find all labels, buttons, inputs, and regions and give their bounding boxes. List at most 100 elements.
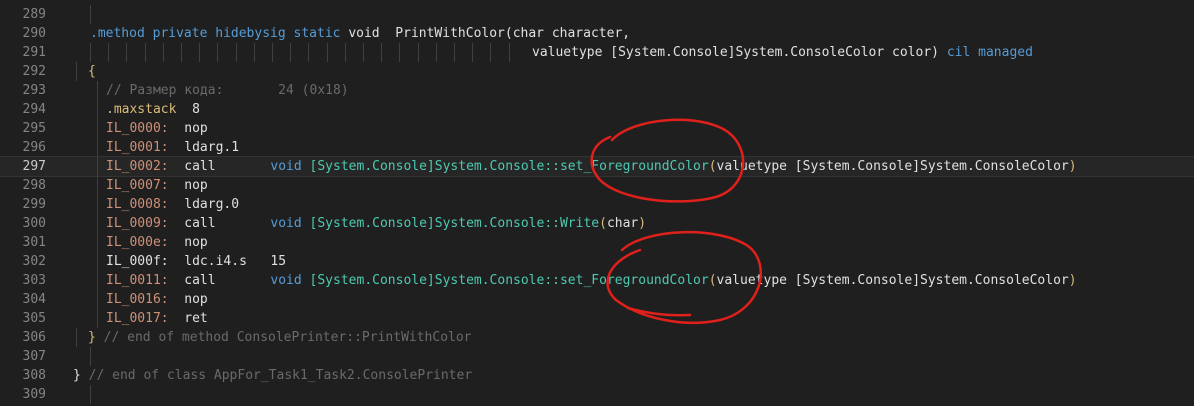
code-line[interactable]: 301 IL_000e: nop: [0, 233, 1194, 252]
code-line[interactable]: 294 .maxstack 8: [0, 100, 1194, 119]
code-line[interactable]: 297 IL_0002: call void [System.Console]Sy…: [0, 156, 1194, 177]
indent-guide: [217, 43, 218, 62]
code-text: IL_0001: ldarg.1: [106, 138, 239, 157]
code-line[interactable]: 299 IL_0008: ldarg.0: [0, 195, 1194, 214]
indent-guide: [90, 43, 91, 62]
code-line[interactable]: 296 IL_0001: ldarg.1: [0, 138, 1194, 157]
indent-guide: [345, 43, 346, 62]
code-line[interactable]: 308} // end of class AppFor_Task1_Task2.…: [0, 366, 1194, 385]
code-text: .method private hidebysig static void Pr…: [90, 24, 630, 43]
code-text: IL_0017: ret: [106, 309, 208, 328]
code-line[interactable]: 298 IL_0007: nop: [0, 176, 1194, 195]
code-text: valuetype [System.Console]System.Console…: [532, 43, 1033, 62]
line-number: 294: [22, 102, 46, 117]
code-token: IL_0008:: [106, 197, 169, 212]
code-line[interactable]: 303 IL_0011: call void [System.Console]Sy…: [0, 271, 1194, 290]
indent-guide: [97, 119, 98, 138]
code-token: IL_0009:: [106, 216, 169, 231]
line-number: 298: [22, 178, 46, 193]
code-token: ldc.i4.s: [184, 254, 247, 269]
code-token: IL_0007:: [106, 178, 169, 193]
code-token: IL_0017:: [106, 311, 169, 326]
line-number: 300: [22, 216, 46, 231]
code-editor[interactable]: 289 290 .method private hidebysig static v…: [0, 0, 1194, 406]
line-number: 305: [22, 311, 46, 326]
indent-guide: [126, 43, 127, 62]
code-token: .maxstack: [106, 102, 177, 117]
code-token: {: [88, 64, 96, 79]
code-token: }: [88, 330, 96, 345]
code-token: .method: [90, 26, 145, 41]
code-line[interactable]: 304 IL_0016: nop: [0, 290, 1194, 309]
indent-guide: [454, 43, 455, 62]
code-text: {: [88, 62, 96, 81]
indent-guide: [418, 43, 419, 62]
indent-guide: [108, 43, 109, 62]
indent-guide: [97, 271, 98, 290]
indent-guide: [97, 157, 98, 176]
code-token: (: [708, 159, 717, 174]
indent-guide: [97, 100, 98, 119]
code-line[interactable]: 300 IL_0009: call void [System.Console]Sy…: [0, 214, 1194, 233]
code-token: // Размер кода: 24 (0x18): [106, 83, 349, 98]
indent-guide: [97, 81, 98, 100]
code-token: call: [184, 159, 216, 174]
line-number: 295: [22, 121, 46, 136]
code-line[interactable]: 302 IL_000f: ldc.i4.s 15: [0, 252, 1194, 271]
code-token: call: [184, 273, 216, 288]
indent-guide: [363, 43, 364, 62]
code-line[interactable]: 291 valuetype [System.Console]System.Cons…: [0, 43, 1194, 62]
code-line[interactable]: 305 IL_0017: ret: [0, 309, 1194, 328]
indent-guide: [272, 43, 273, 62]
code-line[interactable]: 289: [0, 5, 1194, 24]
code-token: ldarg.0: [184, 197, 240, 212]
indent-guide: [97, 214, 98, 233]
code-line[interactable]: 290 .method private hidebysig static void…: [0, 24, 1194, 43]
code-token: IL_0001:: [106, 140, 169, 155]
code-token: IL_0002:: [106, 159, 169, 174]
code-token: valuetype [System.Console]System.Console…: [532, 45, 939, 60]
indent-guide: [436, 43, 437, 62]
code-line[interactable]: 306} // end of method ConsolePrinter::Pr…: [0, 328, 1194, 347]
indent-guide: [290, 43, 291, 62]
code-line[interactable]: 293 // Размер кода: 24 (0x18): [0, 81, 1194, 100]
indent-guide: [254, 43, 255, 62]
code-token: nop: [184, 292, 208, 307]
code-token: [System.Console]System.Console::set_Fore…: [309, 273, 709, 288]
code-line[interactable]: 307: [0, 347, 1194, 366]
indent-guide: [509, 43, 510, 62]
code-text: } // end of class AppFor_Task1_Task2.Con…: [73, 366, 472, 385]
indent-guide: [97, 195, 98, 214]
code-token: IL_0016:: [106, 292, 169, 307]
indent-guide: [381, 43, 382, 62]
code-line[interactable]: 309: [0, 385, 1194, 404]
line-number: 299: [22, 197, 46, 212]
code-line[interactable]: 292 {: [0, 62, 1194, 81]
code-text: // Размер кода: 24 (0x18): [106, 81, 349, 100]
indent-guide: [90, 385, 91, 404]
code-token: (: [708, 273, 717, 288]
code-token: ): [1068, 273, 1077, 288]
code-line[interactable]: 295 IL_0000: nop: [0, 119, 1194, 138]
code-token: PrintWithColor(char character,: [395, 26, 631, 41]
line-number: 296: [22, 140, 46, 155]
indent-guide: [199, 43, 200, 62]
indent-guide: [490, 43, 491, 62]
indent-guide: [399, 43, 400, 62]
indent-guide: [145, 43, 146, 62]
